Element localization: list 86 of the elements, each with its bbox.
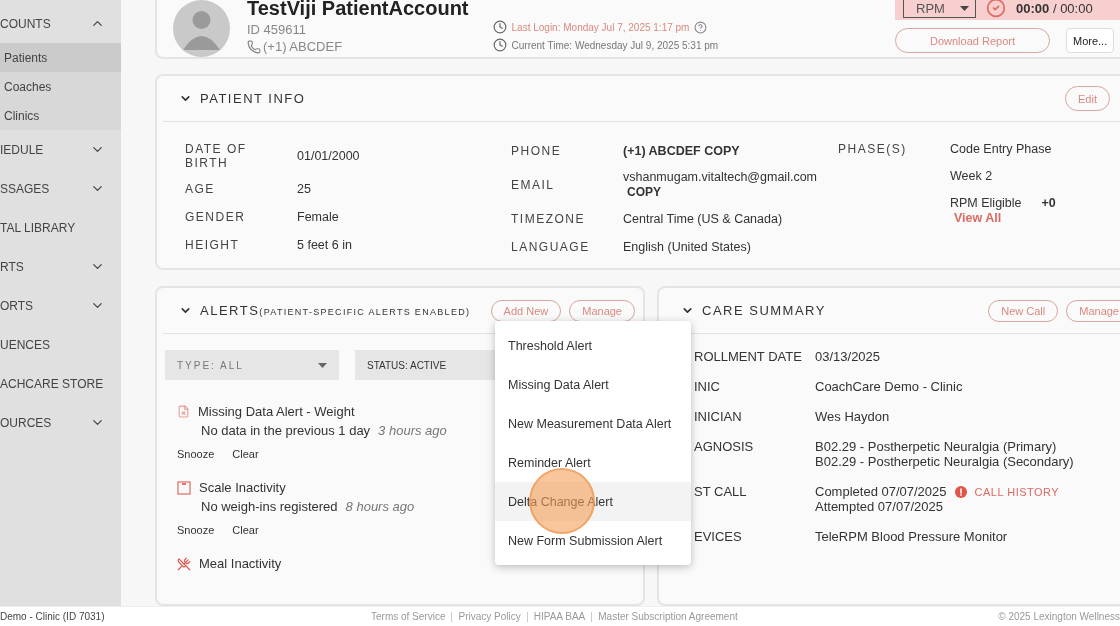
clock-icon	[492, 38, 507, 52]
caret-icon	[960, 5, 969, 11]
program-select[interactable]: RPM	[903, 0, 976, 18]
copyright: © 2025 Lexington Wellness	[998, 611, 1120, 622]
sidebar-item[interactable]: SSAGES	[0, 169, 121, 208]
alert-title: Missing Data Alert - Weight	[198, 404, 355, 419]
phone-icon	[247, 39, 261, 54]
field-value: English (United States)	[623, 239, 752, 255]
clock-icon	[492, 20, 507, 34]
sidebar-subitem[interactable]: Patients	[0, 43, 121, 72]
sidebar-item[interactable]: RTS	[0, 247, 121, 286]
field-label: ROLLMENT DATE	[694, 349, 803, 364]
menu-item[interactable]: New Form Submission Alert	[495, 521, 691, 560]
alert-detail: No data in the previous 1 day 3 hours ago	[201, 423, 447, 438]
help-icon[interactable]	[694, 20, 708, 34]
section-title: ALERTS(PATIENT-SPECIFIC ALERTS ENABLED)	[200, 303, 471, 318]
section-title: CARE SUMMARY	[702, 303, 826, 318]
alert-action[interactable]: Clear	[232, 524, 259, 536]
field-value: 5 feet 6 in	[297, 237, 353, 253]
alert-title: Scale Inactivity	[199, 480, 286, 495]
field-value: 01/01/2000	[297, 148, 361, 164]
sidebar-item[interactable]: ORTS	[0, 286, 121, 325]
field-value: TeleRPM Blood Pressure Monitor	[815, 529, 1008, 544]
field-value: B02.29 - Postherpetic Neuralgia (Primary)	[815, 439, 1057, 454]
field-value: Wes Haydon	[815, 409, 890, 424]
file-x-icon	[177, 405, 190, 418]
field-value: Code Entry Phase	[950, 142, 1053, 157]
field-label: EVICES	[694, 529, 743, 544]
sidebar-subitem[interactable]: Clinics	[0, 101, 121, 130]
field-value: CoachCare Demo - Clinic	[815, 379, 963, 394]
clinic-name: Demo - Clinic (ID 7031)	[0, 611, 106, 622]
field-label: INICIAN	[694, 409, 743, 424]
last-login: Last Login: Monday Jul 7, 2025 1:17 pm	[511, 21, 690, 33]
field-label: PHASE(S)	[838, 142, 908, 158]
alert-action[interactable]: Snooze	[177, 448, 215, 460]
alert-action[interactable]: Snooze	[177, 524, 215, 536]
patient-phone: (+1) ABCDEF	[263, 39, 343, 54]
menu-item[interactable]: New Measurement Data Alert	[495, 404, 691, 443]
alert-title: Meal Inactivity	[199, 556, 282, 571]
menu-item[interactable]: Missing Data Alert	[495, 365, 691, 404]
alert-detail: No weigh-ins registered 8 hours ago	[201, 499, 415, 514]
field-value: Week 2	[950, 169, 994, 184]
menu-item[interactable]: Threshold Alert	[495, 326, 691, 365]
field-label: AGE	[185, 182, 216, 196]
sidebar-item[interactable]: COUNTS	[0, 4, 121, 43]
info-icon	[954, 485, 967, 498]
field-label: ST CALL	[694, 484, 748, 501]
field-value: B02.29 - Postherpetic Neuralgia (Secondary)	[815, 454, 1074, 469]
field-value: Completed 07/07/2025	[815, 484, 947, 499]
sidebar-item[interactable]: OURCES	[0, 403, 121, 442]
sidebar-item[interactable]: UENCES	[0, 325, 121, 364]
field-label: DATE OF BIRTH	[185, 142, 248, 170]
patient-id: ID 459611	[247, 22, 308, 37]
utensils-icon	[177, 556, 191, 571]
more-button[interactable]: More...	[1066, 28, 1115, 53]
patient-name: TestViji PatientAccount	[247, 0, 469, 20]
sidebar-item[interactable]: ACHCARE STORE	[0, 364, 121, 403]
field-value: RPM Eligible	[950, 196, 1022, 211]
scale-icon	[177, 480, 191, 495]
sidebar-subitem[interactable]: Coaches	[0, 72, 121, 101]
field-label: INIC	[694, 379, 721, 394]
caret-icon	[318, 362, 327, 368]
field-value: Central Time (US & Canada)	[623, 211, 784, 227]
field-label: AGNOSIS	[694, 439, 755, 456]
field-value: (+1) ABCDEF COPY	[623, 143, 741, 159]
sidebar-item[interactable]: TAL LIBRARY	[0, 208, 121, 247]
section-title: PATIENT INFO	[200, 91, 306, 106]
field-label: TIMEZONE	[511, 212, 586, 226]
avatar-icon	[173, 0, 230, 57]
timer-text: 00:00 / 00:00	[1016, 0, 1093, 16]
field-value: Attempted 07/07/2025	[815, 499, 943, 514]
field-value: vshanmugam.vitaltech@gmail.com COPY	[623, 170, 818, 200]
field-value: 03/13/2025	[815, 349, 881, 364]
field-label: HEIGHT	[185, 238, 241, 252]
field-label: GENDER	[185, 210, 247, 224]
field-label: LANGUAGE	[511, 240, 591, 254]
alert-action[interactable]: Clear	[232, 448, 259, 460]
sidebar-item[interactable]: IEDULE	[0, 130, 121, 169]
menu-item[interactable]: Reminder Alert	[495, 443, 691, 482]
current-time: Current Time: Wednesday Jul 9, 2025 5:31 pm	[511, 39, 719, 51]
eligible-count: +0	[1041, 196, 1056, 211]
field-label: EMAIL	[511, 178, 556, 192]
field-value: 25	[297, 181, 312, 197]
field-label: PHONE	[511, 144, 563, 158]
filter-select[interactable]: TYPE: ALL	[165, 350, 339, 380]
field-value: Female	[297, 209, 340, 225]
